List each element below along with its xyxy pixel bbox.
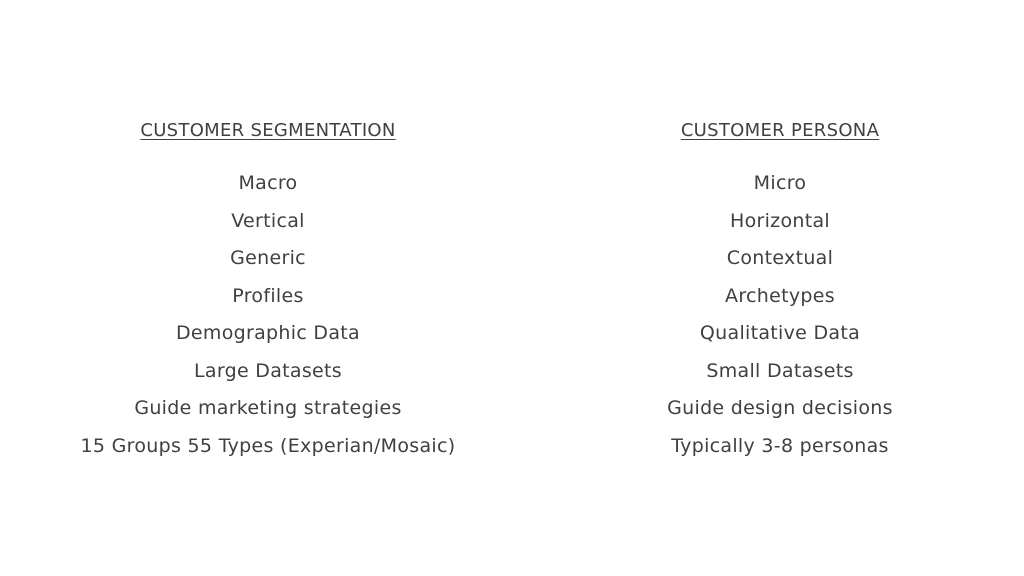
segmentation-item-large-datasets: Large Datasets [194, 359, 342, 382]
segmentation-heading: CUSTOMER SEGMENTATION [140, 120, 396, 141]
persona-item-archetypes: Archetypes [725, 284, 835, 307]
persona-item-small-datasets: Small Datasets [706, 359, 854, 382]
persona-item-design-decisions: Guide design decisions [667, 397, 893, 419]
persona-column: CUSTOMER PERSONA Micro Horizontal Contex… [540, 117, 1020, 465]
segmentation-item-generic: Generic [230, 247, 306, 269]
segmentation-list: Macro Vertical Generic Profiles Demograp… [28, 165, 508, 465]
segmentation-item-groups-types: 15 Groups 55 Types (Experian/Mosaic) [80, 434, 456, 457]
persona-item-horizontal: Horizontal [729, 209, 830, 232]
segmentation-item-demographic-data: Demographic Data [175, 322, 360, 344]
persona-item-persona-count: Typically 3-8 personas [671, 434, 889, 457]
segmentation-column: CUSTOMER SEGMENTATION Macro Vertical Gen… [28, 117, 508, 465]
persona-item-contextual: Contextual [726, 247, 834, 269]
segmentation-item-vertical: Vertical [231, 209, 305, 232]
segmentation-item-marketing-strategies: Guide marketing strategies [134, 397, 402, 419]
persona-item-qualitative-data: Qualitative Data [699, 322, 861, 344]
persona-heading: CUSTOMER PERSONA [680, 120, 880, 141]
persona-item-micro: Micro [753, 172, 807, 194]
persona-list: Micro Horizontal Contextual Archetypes Q… [540, 165, 1020, 465]
segmentation-item-macro: Macro [238, 172, 298, 194]
segmentation-item-profiles: Profiles [232, 284, 304, 307]
